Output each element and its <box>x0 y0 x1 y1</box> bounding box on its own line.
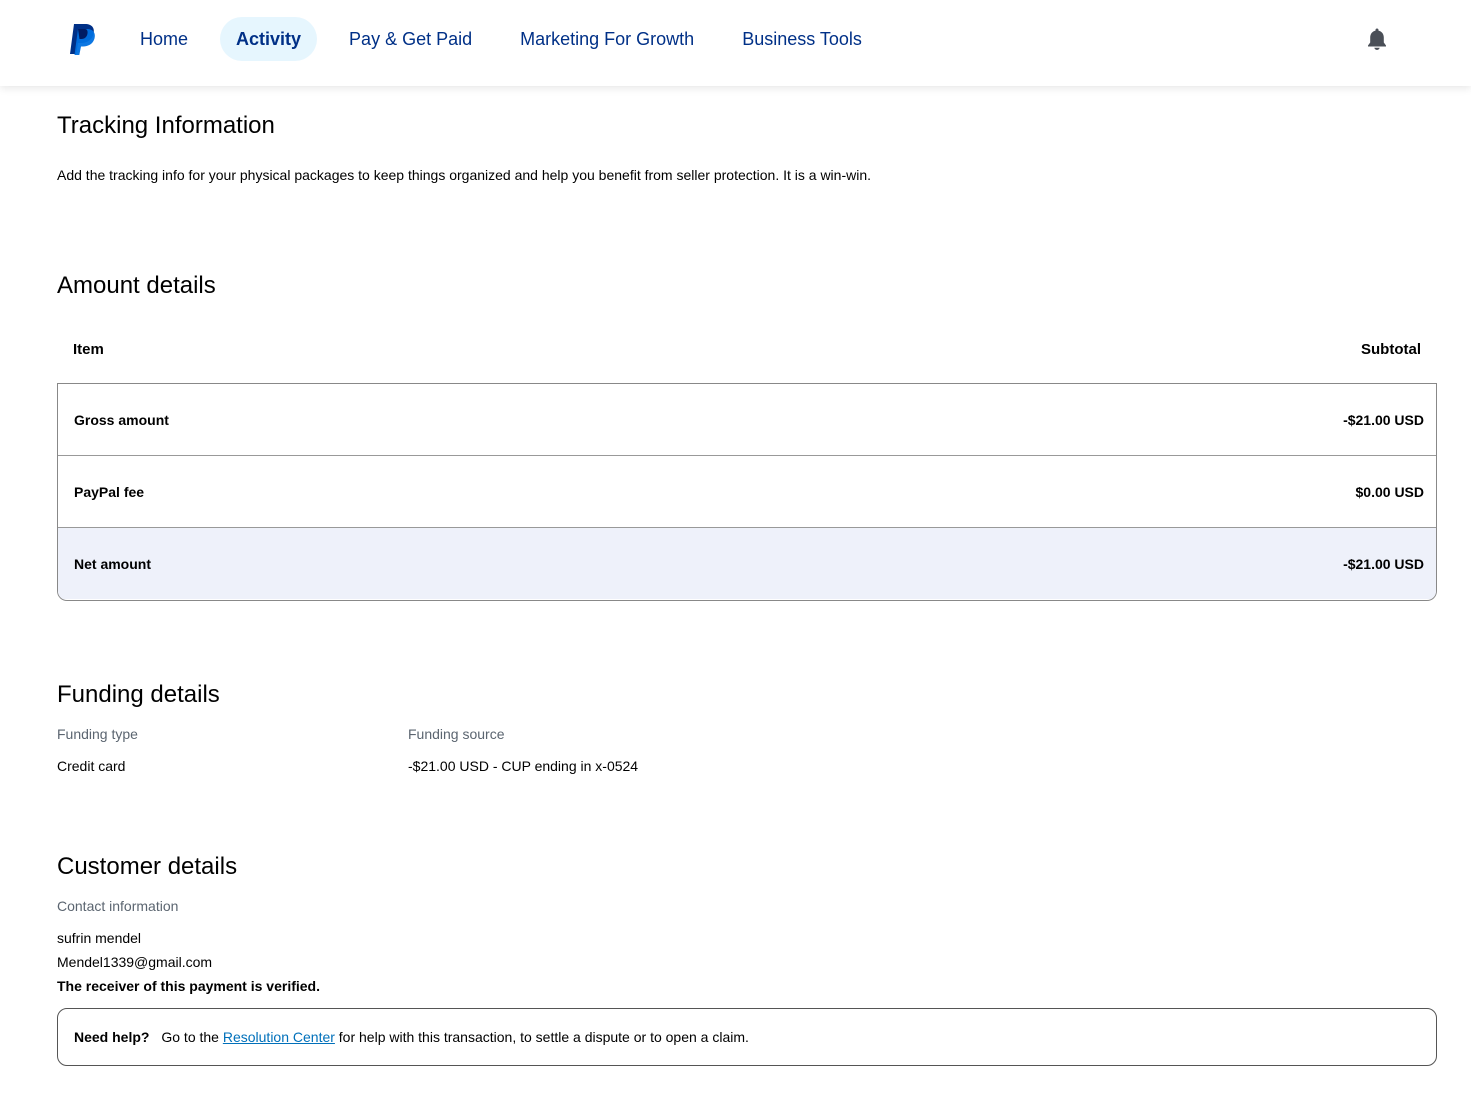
tracking-information-heading: Tracking Information <box>57 112 275 139</box>
amount-table: Gross amount -$21.00 USD PayPal fee $0.0… <box>57 384 1437 601</box>
item-column-header: Item <box>73 341 104 358</box>
funding-type-label: Funding type <box>57 726 138 742</box>
tracking-description: Add the tracking info for your physical … <box>57 167 872 183</box>
nav-business-tools[interactable]: Business Tools <box>726 17 878 61</box>
contact-information-label: Contact information <box>57 898 179 914</box>
row-label: PayPal fee <box>74 484 145 500</box>
amount-details-heading: Amount details <box>57 272 216 299</box>
need-help-label: Need help? <box>74 1029 150 1045</box>
row-value: -$21.00 USD <box>1343 556 1424 572</box>
paypal-logo-icon[interactable] <box>68 22 98 56</box>
table-row-gross-amount: Gross amount -$21.00 USD <box>58 384 1436 456</box>
receiver-verified-note: The receiver of this payment is verified… <box>57 978 320 994</box>
row-label: Gross amount <box>74 412 169 428</box>
row-label: Net amount <box>74 556 151 572</box>
resolution-center-link[interactable]: Resolution Center <box>223 1029 335 1045</box>
need-help-box: Need help? Go to the Resolution Center f… <box>57 1008 1437 1066</box>
customer-name: sufrin mendel <box>57 930 142 946</box>
table-row-net-amount: Net amount -$21.00 USD <box>58 528 1436 599</box>
funding-details-heading: Funding details <box>57 681 220 708</box>
nav-activity[interactable]: Activity <box>220 17 318 61</box>
nav-home[interactable]: Home <box>124 17 204 61</box>
help-suffix: for help with this transaction, to settl… <box>334 1029 749 1045</box>
customer-email: Mendel1339@gmail.com <box>57 954 213 970</box>
amount-table-header: Item Subtotal <box>57 326 1437 384</box>
funding-source-value: -$21.00 USD - CUP ending in x-0524 <box>408 758 639 774</box>
row-value: -$21.00 USD <box>1343 412 1424 428</box>
subtotal-column-header: Subtotal <box>1361 341 1421 358</box>
nav-pay-get-paid[interactable]: Pay & Get Paid <box>333 17 488 61</box>
funding-type-value: Credit card <box>57 758 126 774</box>
row-value: $0.00 USD <box>1355 484 1424 500</box>
help-text: Need help? Go to the Resolution Center f… <box>74 1029 749 1045</box>
help-prefix: Go to the <box>161 1029 223 1045</box>
top-navigation-bar: Home Activity Pay & Get Paid Marketing F… <box>0 0 1471 86</box>
nav-marketing-for-growth[interactable]: Marketing For Growth <box>504 17 710 61</box>
bell-icon[interactable] <box>1366 27 1388 51</box>
main-nav: Home Activity Pay & Get Paid Marketing F… <box>124 17 894 61</box>
customer-details-heading: Customer details <box>57 853 238 880</box>
table-row-paypal-fee: PayPal fee $0.00 USD <box>58 456 1436 528</box>
funding-source-label: Funding source <box>408 726 505 742</box>
